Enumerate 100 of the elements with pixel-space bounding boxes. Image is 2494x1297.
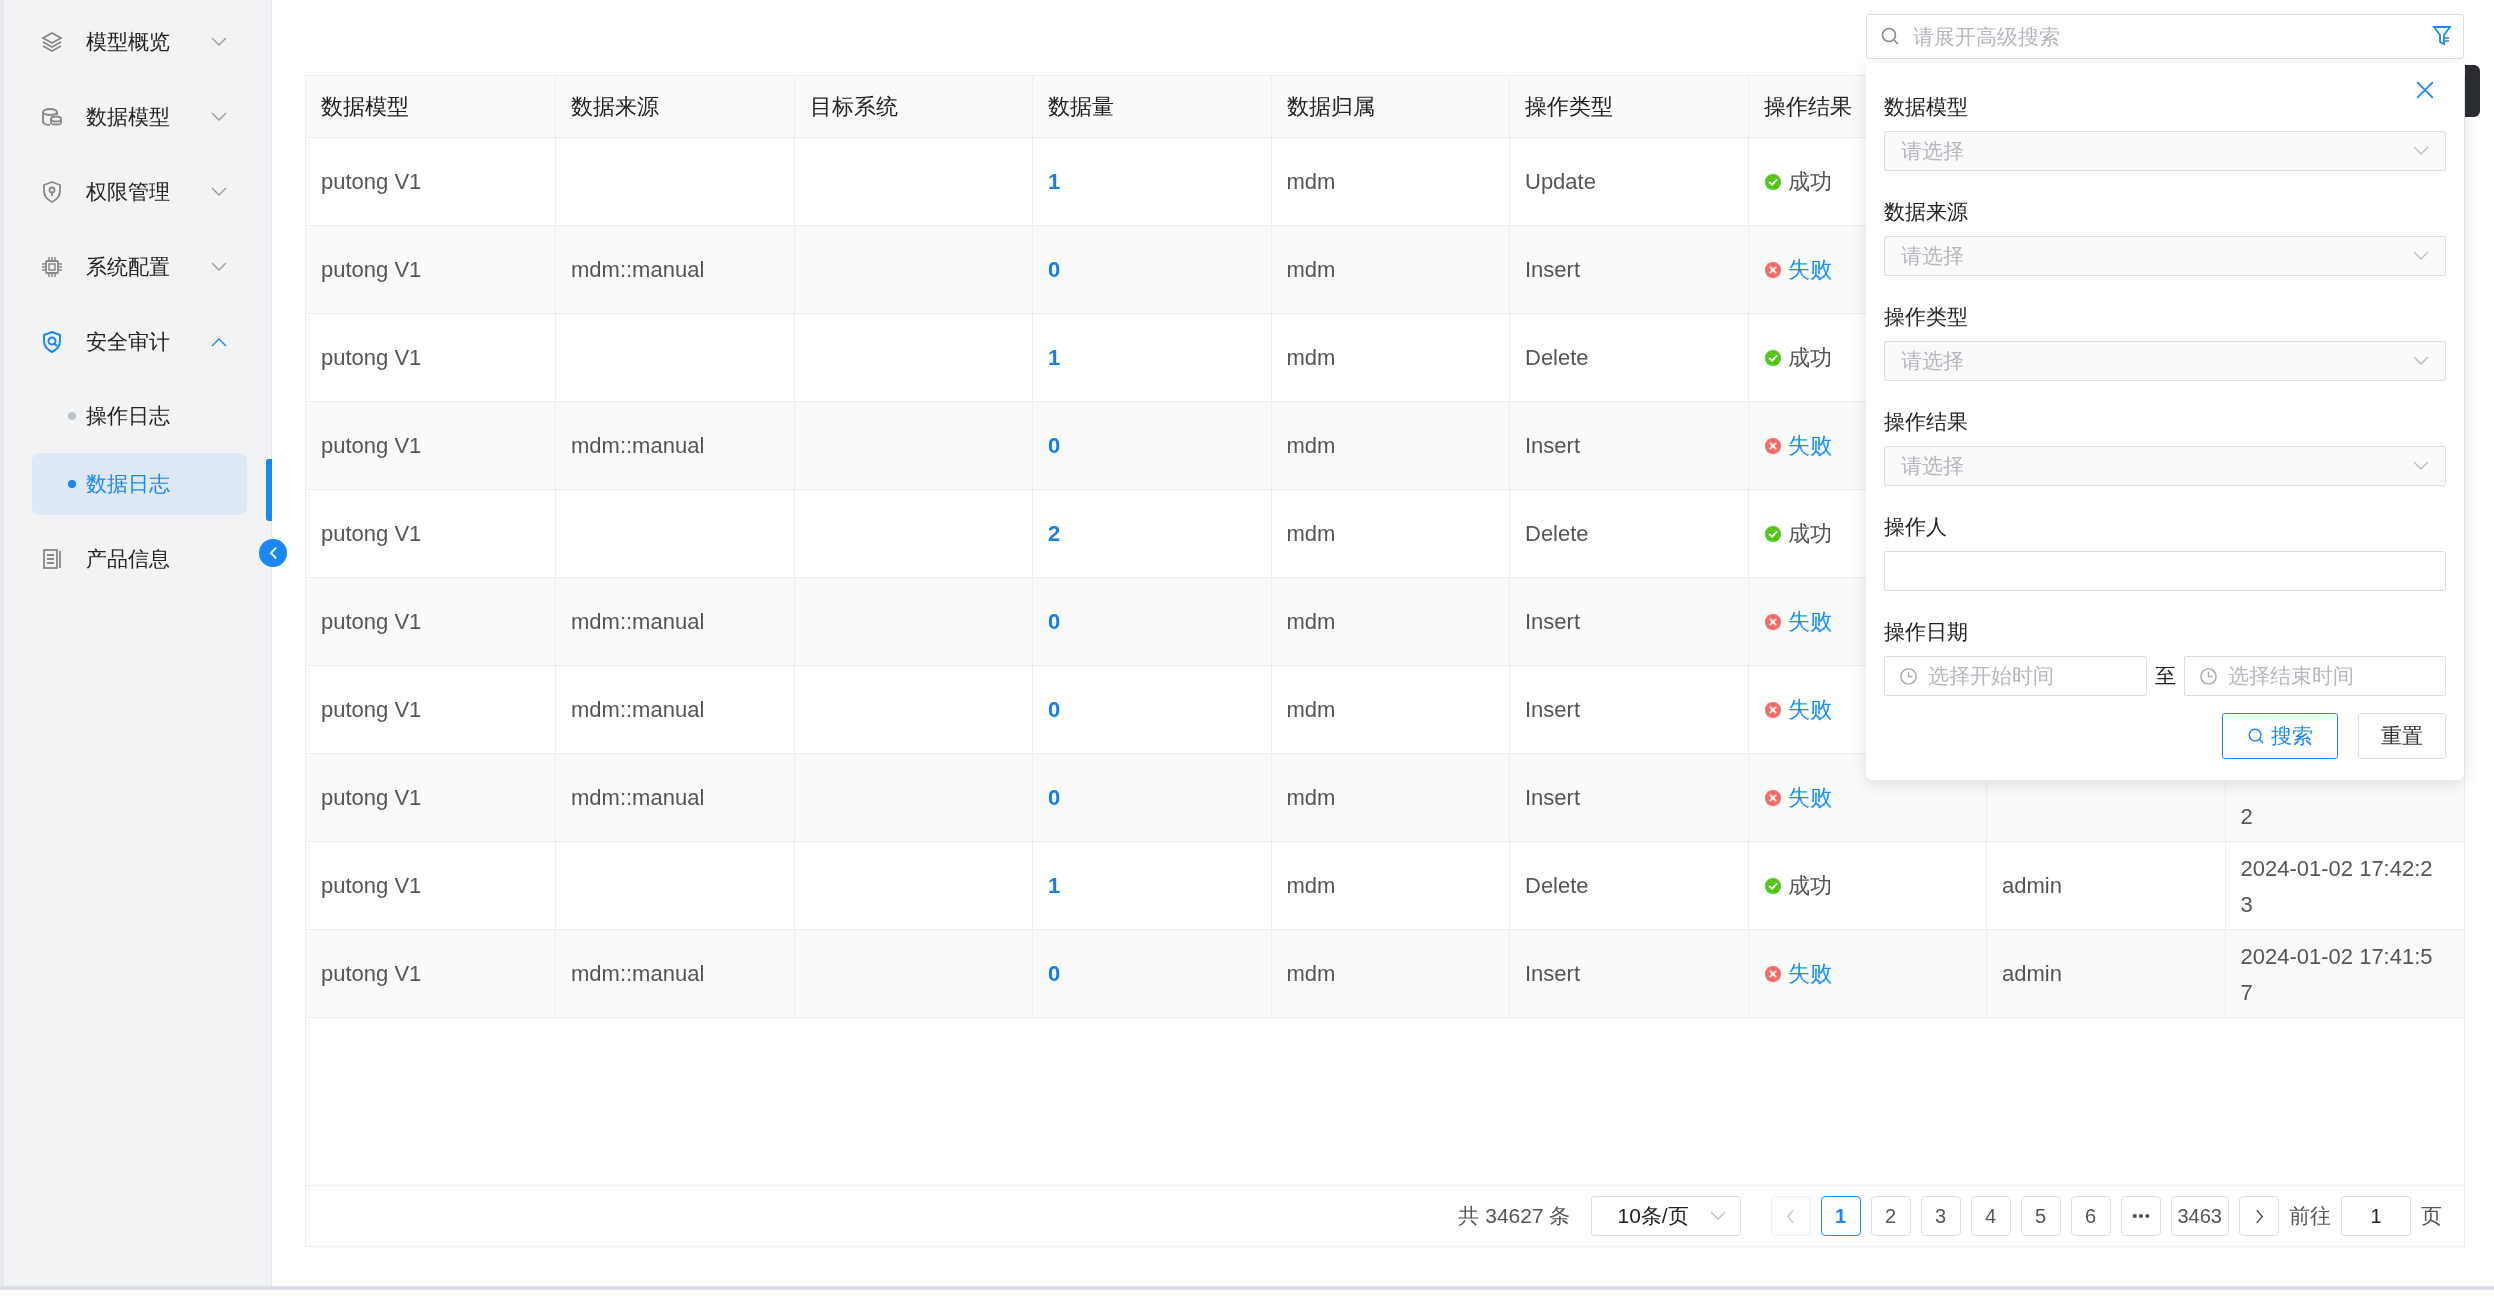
search-field[interactable]: 请展开高级搜索 (1866, 14, 2464, 59)
clock-icon (2198, 666, 2218, 686)
collapse-button[interactable] (259, 539, 287, 567)
table-cell: 0 (1048, 696, 1061, 723)
table-cell: Insert (1525, 608, 1581, 635)
table-cell: Insert (1525, 960, 1581, 987)
page-button[interactable]: 4 (1970, 1196, 2011, 1236)
filter-icon[interactable] (2432, 25, 2452, 47)
table-cell: admin (2002, 960, 2062, 987)
table-cell: Delete (1525, 344, 1589, 371)
page-input[interactable]: 1 (2341, 1196, 2411, 1236)
chevron-right-icon (2254, 1208, 2264, 1224)
field-label: 数据模型 (1884, 94, 1969, 120)
check-circle-icon (1763, 876, 1782, 895)
table-cell: Update (1525, 168, 1596, 195)
reset-button[interactable]: 重置 (2358, 713, 2446, 759)
table-cell: Insert (1525, 256, 1581, 283)
error-circle-icon (1763, 436, 1782, 455)
error-circle-icon (1763, 964, 1782, 983)
sidebar-item[interactable]: 权限管理 (4, 154, 271, 229)
chevron-icon (1709, 1211, 1726, 1221)
table-cell: putong V1 (321, 608, 422, 635)
table-cell: putong V1 (321, 344, 422, 371)
sidebar-item[interactable]: 安全审计 (4, 304, 271, 379)
chip-icon (40, 254, 64, 279)
clock-icon (1899, 666, 1918, 686)
table-cell: putong V1 (321, 960, 422, 987)
table-cell: 1 (1048, 168, 1061, 195)
error-circle-icon (1763, 700, 1782, 719)
status-text: 成功 (1787, 343, 1832, 372)
sidebar-subitem[interactable]: 操作日志 (32, 385, 247, 447)
table-cell: mdm (1286, 608, 1336, 635)
side-handle[interactable] (2465, 65, 2480, 117)
table-cell: putong V1 (321, 696, 422, 723)
status-text: 失败 (1787, 255, 1832, 284)
more-pages-button[interactable] (2120, 1196, 2161, 1236)
table-cell: Delete (1525, 520, 1589, 547)
table-cell: 0 (1048, 608, 1061, 635)
column-header: 操作结果 (1763, 92, 1852, 121)
page-button[interactable]: 3463 (2170, 1196, 2229, 1236)
document-icon (40, 546, 64, 571)
page-button[interactable]: 6 (2070, 1196, 2111, 1236)
check-circle-icon (1763, 348, 1782, 367)
table-cell: mdm (1286, 784, 1336, 811)
status-text: 失败 (1787, 959, 1832, 988)
chevron-icon (211, 36, 227, 47)
column-header: 数据量 (1048, 92, 1114, 121)
table-cell: Insert (1525, 696, 1581, 723)
column-header: 数据模型 (321, 92, 409, 121)
table-cell: 1 (1048, 344, 1061, 371)
page-button[interactable]: 3 (1920, 1196, 1961, 1236)
sidebar-item[interactable]: 数据模型 (4, 79, 271, 154)
chevron-icon (2413, 461, 2429, 471)
table-cell: 0 (1048, 256, 1061, 283)
table-cell: putong V1 (321, 872, 422, 899)
table-cell: mdm (1286, 344, 1336, 371)
status-text: 成功 (1787, 167, 1832, 196)
chevron-icon (211, 111, 227, 122)
search-button[interactable]: 搜索 (2222, 713, 2338, 759)
table-cell: 0 (1048, 432, 1061, 459)
error-circle-icon (1763, 612, 1782, 631)
sidebar-item[interactable]: 产品信息 (4, 521, 271, 596)
table-cell-text: 2024-01-02 17:42:23 (2240, 855, 2434, 919)
input-field[interactable] (1884, 551, 2446, 591)
status-text: 失败 (1787, 695, 1832, 724)
field-label: 操作人 (1884, 514, 1948, 540)
chevron-icon (211, 186, 227, 197)
table-cell-text: 2 (2240, 803, 2253, 831)
shield-search-icon (40, 329, 64, 354)
table-cell-text: 2024-01-02 17:41:57 (2240, 943, 2434, 1007)
page-button[interactable]: 1 (1820, 1196, 1861, 1236)
sidebar-item[interactable]: 模型概览 (4, 4, 271, 79)
table-cell: putong V1 (321, 168, 422, 195)
table-cell: putong V1 (321, 784, 422, 811)
table-cell: mdm::manual (571, 256, 705, 283)
table-cell: Insert (1525, 784, 1581, 811)
page-button[interactable]: 5 (2020, 1196, 2061, 1236)
chevron-icon (211, 336, 227, 347)
sidebar-item[interactable]: 系统配置 (4, 229, 271, 304)
page-button[interactable]: 2 (1870, 1196, 1911, 1236)
table-cell: mdm::manual (571, 696, 705, 723)
page-size-select[interactable]: 10条/页 (1590, 1196, 1741, 1236)
shield-key-icon (40, 179, 64, 204)
column-header: 目标系统 (809, 92, 898, 121)
table-cell: mdm (1286, 432, 1336, 459)
status-text: 失败 (1787, 783, 1832, 812)
table-cell: 0 (1048, 960, 1061, 987)
status-text: 成功 (1787, 871, 1832, 900)
table-cell: putong V1 (321, 432, 422, 459)
field-label: 数据来源 (1884, 199, 1969, 225)
table-cell: mdm::manual (571, 432, 705, 459)
chevron-left-icon (268, 546, 278, 560)
check-circle-icon (1763, 524, 1782, 543)
close-icon[interactable] (2416, 81, 2434, 99)
search-icon (1880, 26, 1900, 46)
chevron-icon (2413, 356, 2429, 366)
page-unit: 页 (2421, 1203, 2442, 1229)
table-cell: mdm (1286, 168, 1336, 195)
field-label: 操作结果 (1884, 409, 1969, 435)
error-circle-icon (1763, 260, 1782, 279)
